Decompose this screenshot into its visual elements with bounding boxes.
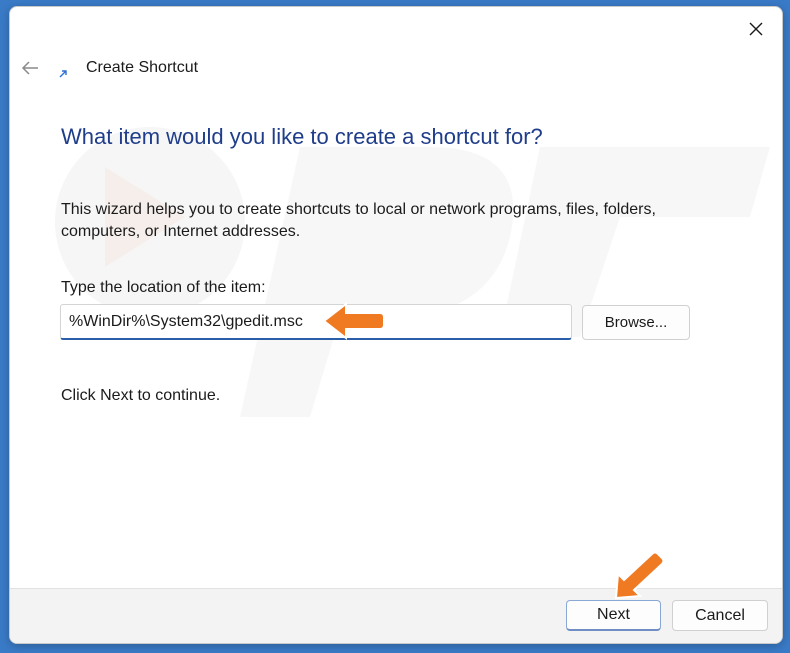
back-arrow-icon: [21, 61, 38, 75]
create-shortcut-dialog: Create Shortcut What item would you like…: [9, 6, 783, 644]
location-label: Type the location of the item:: [61, 279, 266, 296]
page-heading: What item would you like to create a sho…: [61, 124, 543, 149]
close-button[interactable]: [736, 11, 776, 47]
dialog-footer: [10, 588, 782, 643]
browse-button[interactable]: Browse...: [582, 305, 690, 340]
back-button[interactable]: [16, 55, 44, 81]
window-title: Create Shortcut: [86, 59, 199, 76]
next-button[interactable]: Next: [566, 600, 661, 631]
close-icon: [749, 22, 763, 36]
shortcut-arrow-icon: [58, 69, 68, 79]
wizard-description: This wizard helps you to create shortcut…: [61, 201, 656, 240]
location-input[interactable]: [60, 304, 572, 340]
cancel-button[interactable]: Cancel: [672, 600, 768, 631]
continue-hint: Click Next to continue.: [61, 387, 221, 404]
